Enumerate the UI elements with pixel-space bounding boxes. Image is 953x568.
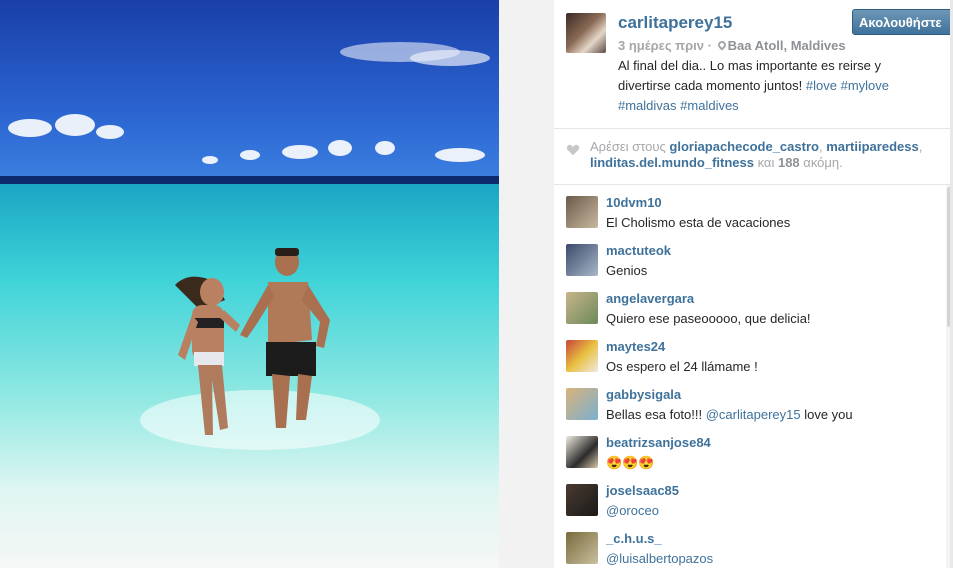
comment-text: @luisalbertopazos [606,551,713,566]
comment-item: gabbysigala Bellas esa foto!!! @carlitap… [554,377,934,425]
comment-text: @oroceo [606,503,659,518]
commenter-avatar[interactable] [566,436,598,468]
post-header: carlitaperey15 Ακολουθήστε 3 ημέρες πριν… [554,0,953,129]
comment-text: Os espero el 24 llámame ! [606,359,758,374]
comment-text-part: Bellas esa foto!!! [606,407,706,422]
location-pin-icon [715,39,728,51]
owner-username[interactable]: carlitaperey15 [618,13,732,33]
commenter-avatar[interactable] [566,532,598,564]
comment-item: mactuteok Genios [554,233,934,281]
commenter-avatar[interactable] [566,292,598,324]
beach-photo-image [0,0,499,568]
commenter-username[interactable]: 10dvm10 [606,195,662,210]
comment-text-part: love you [800,407,853,422]
hashtag-mylove[interactable]: #mylove [841,78,889,93]
comment-mention[interactable]: @luisalbertopazos [606,551,713,566]
comment-item: _c.h.u.s_ @luisalbertopazos [554,521,934,568]
post-photo[interactable] [0,0,499,568]
post-caption: Al final del dia.. Lo mas importante es … [618,56,928,116]
commenter-username[interactable]: _c.h.u.s_ [606,531,662,546]
likes-count[interactable]: 188 [778,155,800,170]
likes-prefix: Αρέσει στους [590,139,666,154]
follow-button[interactable]: Ακολουθήστε [852,9,953,35]
comments-list: 10dvm10 El Cholismo esta de vacaciones m… [554,185,946,568]
comment-item: joselsaac85 @oroceo [554,473,934,521]
likes-text: Αρέσει στους gloriapachecode_castro, mar… [590,139,945,171]
comment-text: Bellas esa foto!!! @carlitaperey15 love … [606,407,853,422]
hashtag-love[interactable]: #love [806,78,837,93]
likes-comma: , [918,139,923,154]
commenter-avatar[interactable] [566,244,598,276]
hashtag-maldivas[interactable]: #maldivas [618,98,677,113]
likes-comma: , [818,139,823,154]
commenter-avatar[interactable] [566,340,598,372]
commenter-username[interactable]: joselsaac85 [606,483,679,498]
comment-text: El Cholismo esta de vacaciones [606,215,791,230]
post-location[interactable]: Baa Atoll, Maldives [728,38,846,53]
likes-section: Αρέσει στους gloriapachecode_castro, mar… [554,129,953,185]
commenter-username[interactable]: beatrizsanjose84 [606,435,711,450]
post-details-panel: carlitaperey15 Ακολουθήστε 3 ημέρες πριν… [554,0,953,568]
comment-item: maytes24 Os espero el 24 llámame ! [554,329,934,377]
comment-text: 😍😍😍 [606,455,655,470]
comment-mention[interactable]: @carlitaperey15 [706,407,801,422]
liker-username[interactable]: gloriapachecode_castro [669,139,819,154]
hashtag-maldives[interactable]: #maldives [680,98,739,113]
comment-mention[interactable]: @oroceo [606,503,659,518]
likes-connector: και [757,155,775,170]
likes-suffix: ακόμη. [803,155,843,170]
post-time[interactable]: 3 ημέρες πριν [618,38,704,53]
comment-text: Genios [606,263,648,278]
commenter-username[interactable]: angelavergara [606,291,694,306]
owner-avatar[interactable] [566,13,606,53]
comment-item: 10dvm10 El Cholismo esta de vacaciones [554,185,934,233]
meta-separator: · [707,38,712,53]
commenter-avatar[interactable] [566,484,598,516]
comment-item: beatrizsanjose84 😍😍😍 [554,425,934,473]
commenter-avatar[interactable] [566,388,598,420]
comment-text: Quiero ese paseooooo, que delicia! [606,311,811,326]
post-meta: 3 ημέρες πριν · Baa Atoll, Maldives [618,38,846,53]
commenter-avatar[interactable] [566,196,598,228]
liker-username[interactable]: martiiparedess [826,139,919,154]
liker-username[interactable]: linditas.del.mundo_fitness [590,155,754,170]
commenter-username[interactable]: maytes24 [606,339,665,354]
commenter-username[interactable]: mactuteok [606,243,671,258]
comment-item: angelavergara Quiero ese paseooooo, que … [554,281,934,329]
photo-panel-gap [499,0,555,568]
heart-icon[interactable] [566,143,580,157]
commenter-username[interactable]: gabbysigala [606,387,681,402]
